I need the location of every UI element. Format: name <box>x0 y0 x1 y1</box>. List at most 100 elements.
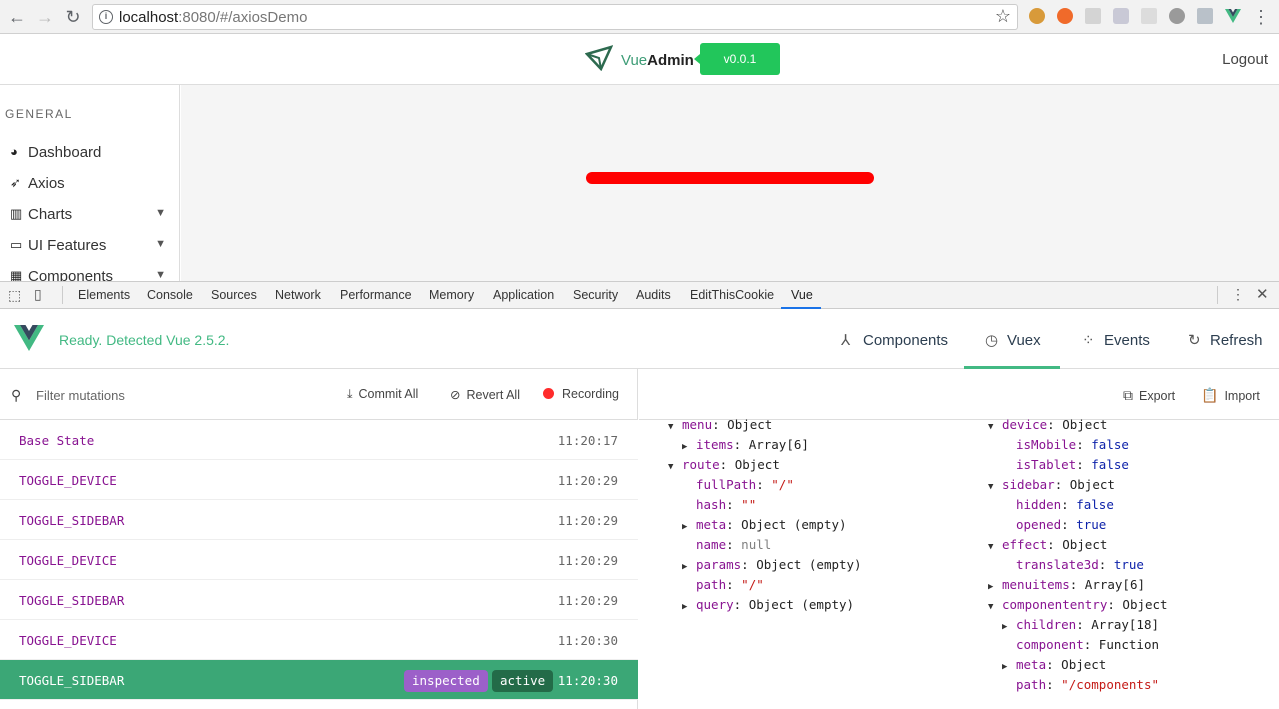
url-text[interactable]: localhost:8080/#/axiosDemo <box>119 9 307 26</box>
state-tree-row[interactable]: ▼ effect: Object <box>988 535 1107 555</box>
copy-icon: ⧉ <box>1123 387 1133 403</box>
commit-all-button[interactable]: ⤓ Commit All <box>347 387 418 402</box>
extension-icon[interactable] <box>1141 8 1157 24</box>
bookmark-star-icon[interactable]: ☆ <box>995 6 1011 27</box>
expand-arrow-down-icon[interactable]: ▼ <box>988 537 1002 557</box>
expand-arrow-down-icon[interactable]: ▼ <box>668 417 682 437</box>
state-tree-row[interactable]: ▼ menu: Object <box>668 415 772 435</box>
tab-console[interactable]: Console <box>147 288 193 302</box>
state-tree-row[interactable]: ▶ params: Object (empty) <box>682 555 862 575</box>
tab-label: Components <box>863 332 949 349</box>
shield-extension-icon[interactable] <box>1113 8 1129 24</box>
tab-elements[interactable]: Elements <box>78 288 130 302</box>
revert-all-button[interactable]: ⊘ Revert All <box>450 387 520 402</box>
mutation-row[interactable]: TOGGLE_DEVICE 11:20:29 <box>0 460 638 500</box>
back-icon[interactable]: ← <box>6 6 28 28</box>
expand-arrow-down-icon[interactable]: ▼ <box>668 457 682 477</box>
tab-security[interactable]: Security <box>573 288 618 302</box>
cookie-extension-icon[interactable] <box>1029 8 1045 24</box>
state-key: componententry <box>1002 597 1108 612</box>
tab-application[interactable]: Application <box>493 288 554 302</box>
state-tree-row[interactable]: ▶ query: Object (empty) <box>682 595 854 615</box>
mutation-name: TOGGLE_SIDEBAR <box>19 513 125 528</box>
tab-vuex[interactable]: ◷ Vuex <box>985 331 1041 349</box>
device-toolbar-icon[interactable]: ▯ <box>34 286 42 303</box>
expand-arrow-right-icon[interactable]: ▶ <box>682 517 696 537</box>
mutation-row[interactable]: TOGGLE_DEVICE 11:20:29 <box>0 540 638 580</box>
mutation-row[interactable]: TOGGLE_DEVICE 11:20:30 <box>0 620 638 660</box>
tab-events[interactable]: ⁘ Events <box>1082 331 1150 349</box>
vue-devtools-extension-icon[interactable] <box>1225 8 1241 24</box>
expand-arrow-right-icon[interactable]: ▶ <box>682 557 696 577</box>
recording-toggle[interactable]: Recording <box>543 387 619 401</box>
sidebar-item-ui-features[interactable]: ▭ UI Features ▼ <box>10 235 172 259</box>
mutation-row[interactable]: TOGGLE_SIDEBAR 11:20:29 <box>0 580 638 620</box>
key-separator: : <box>1047 537 1063 552</box>
state-tree-row[interactable]: ▶ meta: Object <box>1002 655 1106 675</box>
vue-admin-logo-icon <box>585 45 613 71</box>
info-icon[interactable]: i <box>99 10 113 24</box>
tab-components[interactable]: ⅄ Components <box>841 331 948 349</box>
devtools-menu-icon[interactable]: ⋮ <box>1231 286 1245 303</box>
import-button[interactable]: 📋 Import <box>1201 387 1260 404</box>
address-bar[interactable]: i localhost:8080/#/axiosDemo ☆ <box>92 4 1018 30</box>
expand-arrow-right-icon[interactable]: ▶ <box>682 597 696 617</box>
key-separator: : <box>712 417 728 432</box>
state-key: opened <box>1016 517 1062 532</box>
forward-icon[interactable]: → <box>34 6 56 28</box>
key-separator: : <box>1076 457 1092 472</box>
tab-performance[interactable]: Performance <box>340 288 412 302</box>
tab-memory[interactable]: Memory <box>429 288 474 302</box>
tab-vue[interactable]: Vue <box>791 288 813 302</box>
state-value: Object <box>727 417 773 432</box>
state-tree-row[interactable]: ▶ children: Array[18] <box>1002 615 1159 635</box>
close-icon[interactable]: ✕ <box>1256 285 1269 303</box>
extension-icon[interactable] <box>1169 8 1185 24</box>
extension-icon[interactable] <box>1085 8 1101 24</box>
extension-icon[interactable] <box>1057 8 1073 24</box>
state-tree-row[interactable]: ▼ componententry: Object <box>988 595 1168 615</box>
state-key: items <box>696 437 734 452</box>
filter-mutations-input[interactable] <box>36 384 316 406</box>
sidebar-item-components[interactable]: ▦ Components ▼ <box>10 266 172 281</box>
extension-icon[interactable] <box>1197 8 1213 24</box>
sidebar-item-charts[interactable]: ▥ Charts ▼ <box>10 204 172 228</box>
state-inspector-pane: ⧉ Export 📋 Import ▼ menu: Object ▶ items: Arr… <box>639 369 1279 709</box>
export-button[interactable]: ⧉ Export <box>1123 387 1175 404</box>
expand-arrow-down-icon[interactable]: ▼ <box>988 417 1002 437</box>
state-tree-row[interactable]: ▶ meta: Object (empty) <box>682 515 847 535</box>
sidebar-item-dashboard[interactable]: ◕ Dashboard <box>10 142 172 166</box>
expand-arrow-right-icon[interactable]: ▶ <box>1002 657 1016 677</box>
state-value: Object (empty) <box>748 597 855 612</box>
state-tree-row[interactable]: ▶ items: Array[6] <box>682 435 809 455</box>
menu-kebab-icon[interactable]: ⋮ <box>1250 6 1272 28</box>
state-key: hash <box>696 497 727 512</box>
tab-editthiscookie[interactable]: EditThisCookie <box>690 288 774 302</box>
refresh-icon: ↻ <box>1188 332 1201 349</box>
state-tree-row[interactable]: ▼ sidebar: Object <box>988 475 1115 495</box>
state-tree-row[interactable]: ▼ device: Object <box>988 415 1107 435</box>
mutation-row-selected[interactable]: TOGGLE_SIDEBAR inspected active 11:20:30 <box>0 660 638 700</box>
state-tree-row[interactable]: ▶ menuitems: Array[6] <box>988 575 1145 595</box>
state-tree-row[interactable]: ▼ route: Object <box>668 455 780 475</box>
tab-sources[interactable]: Sources <box>211 288 257 302</box>
building-icon: ▦ <box>10 268 23 282</box>
state-value: Object <box>1069 477 1115 492</box>
reload-icon[interactable]: ↻ <box>62 6 84 28</box>
expand-arrow-down-icon[interactable]: ▼ <box>988 597 1002 617</box>
refresh-button[interactable]: ↻ Refresh <box>1188 331 1263 349</box>
expand-arrow-down-icon[interactable]: ▼ <box>988 477 1002 497</box>
tab-audits[interactable]: Audits <box>636 288 671 302</box>
sidebar-item-axios[interactable]: ➶ Axios <box>10 173 172 197</box>
inspect-element-icon[interactable]: ⬚ <box>8 287 21 304</box>
expand-arrow-right-icon[interactable]: ▶ <box>682 437 696 457</box>
key-separator: : <box>1047 417 1063 432</box>
sidebar-item-label: Dashboard <box>28 144 102 161</box>
chevron-down-icon: ▼ <box>155 207 166 219</box>
logout-link[interactable]: Logout <box>1222 51 1268 68</box>
tab-network[interactable]: Network <box>275 288 321 302</box>
expand-arrow-right-icon[interactable]: ▶ <box>988 577 1002 597</box>
mutation-row[interactable]: TOGGLE_SIDEBAR 11:20:29 <box>0 500 638 540</box>
expand-arrow-right-icon[interactable]: ▶ <box>1002 617 1016 637</box>
mutation-row[interactable]: Base State 11:20:17 <box>0 420 638 460</box>
